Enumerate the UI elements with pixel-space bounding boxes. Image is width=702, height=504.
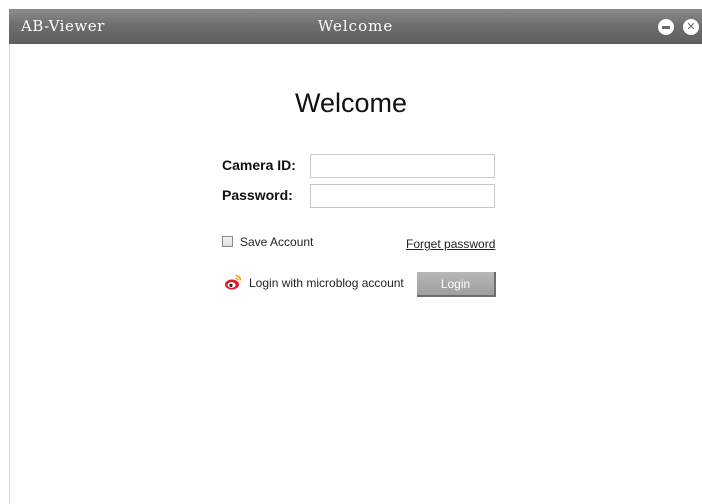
save-account-checkbox[interactable] (222, 236, 233, 247)
window-title: Welcome (317, 17, 394, 35)
title-bar[interactable]: AB-Viewer Welcome ✕ (9, 9, 702, 44)
login-button[interactable]: Login (417, 272, 496, 297)
minimize-icon (662, 25, 670, 29)
forget-password-link[interactable]: Forget password (406, 237, 495, 251)
password-label: Password: (222, 187, 293, 203)
camera-id-label: Camera ID: (222, 157, 296, 173)
password-input[interactable] (310, 184, 495, 208)
microblog-login-link[interactable]: Login with microblog account (249, 276, 404, 290)
weibo-icon[interactable] (224, 273, 242, 291)
app-window: AB-Viewer Welcome ✕ Welcome Camera ID: P… (0, 0, 702, 504)
page-title: Welcome (294, 88, 408, 118)
minimize-button[interactable] (658, 19, 674, 35)
save-account-label[interactable]: Save Account (240, 235, 313, 249)
close-button[interactable]: ✕ (683, 19, 699, 35)
close-icon: ✕ (686, 20, 696, 33)
camera-id-input[interactable] (310, 154, 495, 178)
